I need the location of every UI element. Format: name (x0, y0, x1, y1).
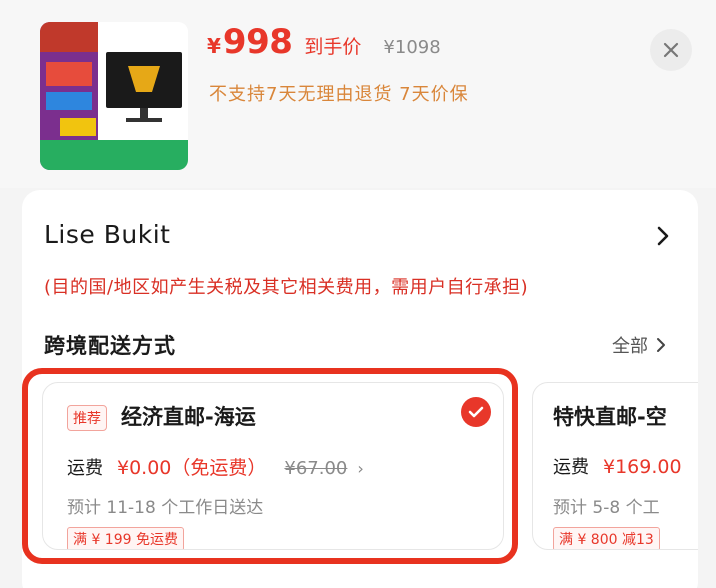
shipping-option-title: 特快直邮-空 (553, 405, 667, 429)
address-chevron-right-icon[interactable] (656, 225, 670, 251)
monitor-product-image (40, 22, 188, 170)
return-notice: 不支持7天无理由退货 7天价保 (209, 84, 469, 105)
original-price: ¥1098 (383, 37, 441, 58)
recipient-name[interactable]: Lise Bukit (44, 220, 170, 249)
shipping-card: Lise Bukit (目的国/地区如产生关税及其它相关费用，需用户自行承担) … (22, 190, 698, 588)
tax-notice: (目的国/地区如产生关税及其它相关费用，需用户自行承担) (44, 277, 529, 298)
price-row: ¥ 998 到手价 ¥1098 (207, 22, 441, 62)
chevron-right-icon (657, 338, 665, 352)
promo-badge: 满 ¥ 800 减13 (553, 527, 660, 549)
view-all-label: 全部 (612, 336, 648, 357)
shipping-section-title: 跨境配送方式 (44, 334, 176, 358)
view-all-link[interactable]: 全部 (612, 332, 666, 358)
close-icon (663, 42, 679, 58)
selection-highlight-frame (22, 368, 518, 564)
fee-value: ¥169.00 (603, 456, 682, 478)
shipping-option-express[interactable]: 特快直邮-空 运费 ¥169.00 预计 5-8 个工 满 ¥ 800 减13 (532, 382, 698, 550)
fee-row: 运费 ¥169.00 (553, 453, 682, 479)
price-currency: ¥ (207, 34, 221, 58)
fee-label: 运费 (553, 457, 589, 478)
close-button[interactable] (650, 29, 692, 71)
product-header: ¥ 998 到手价 ¥1098 不支持7天无理由退货 7天价保 (0, 0, 716, 188)
delivery-eta: 预计 5-8 个工 (553, 498, 660, 518)
price-value: 998 (222, 22, 293, 62)
price-tag: 到手价 (304, 36, 362, 58)
